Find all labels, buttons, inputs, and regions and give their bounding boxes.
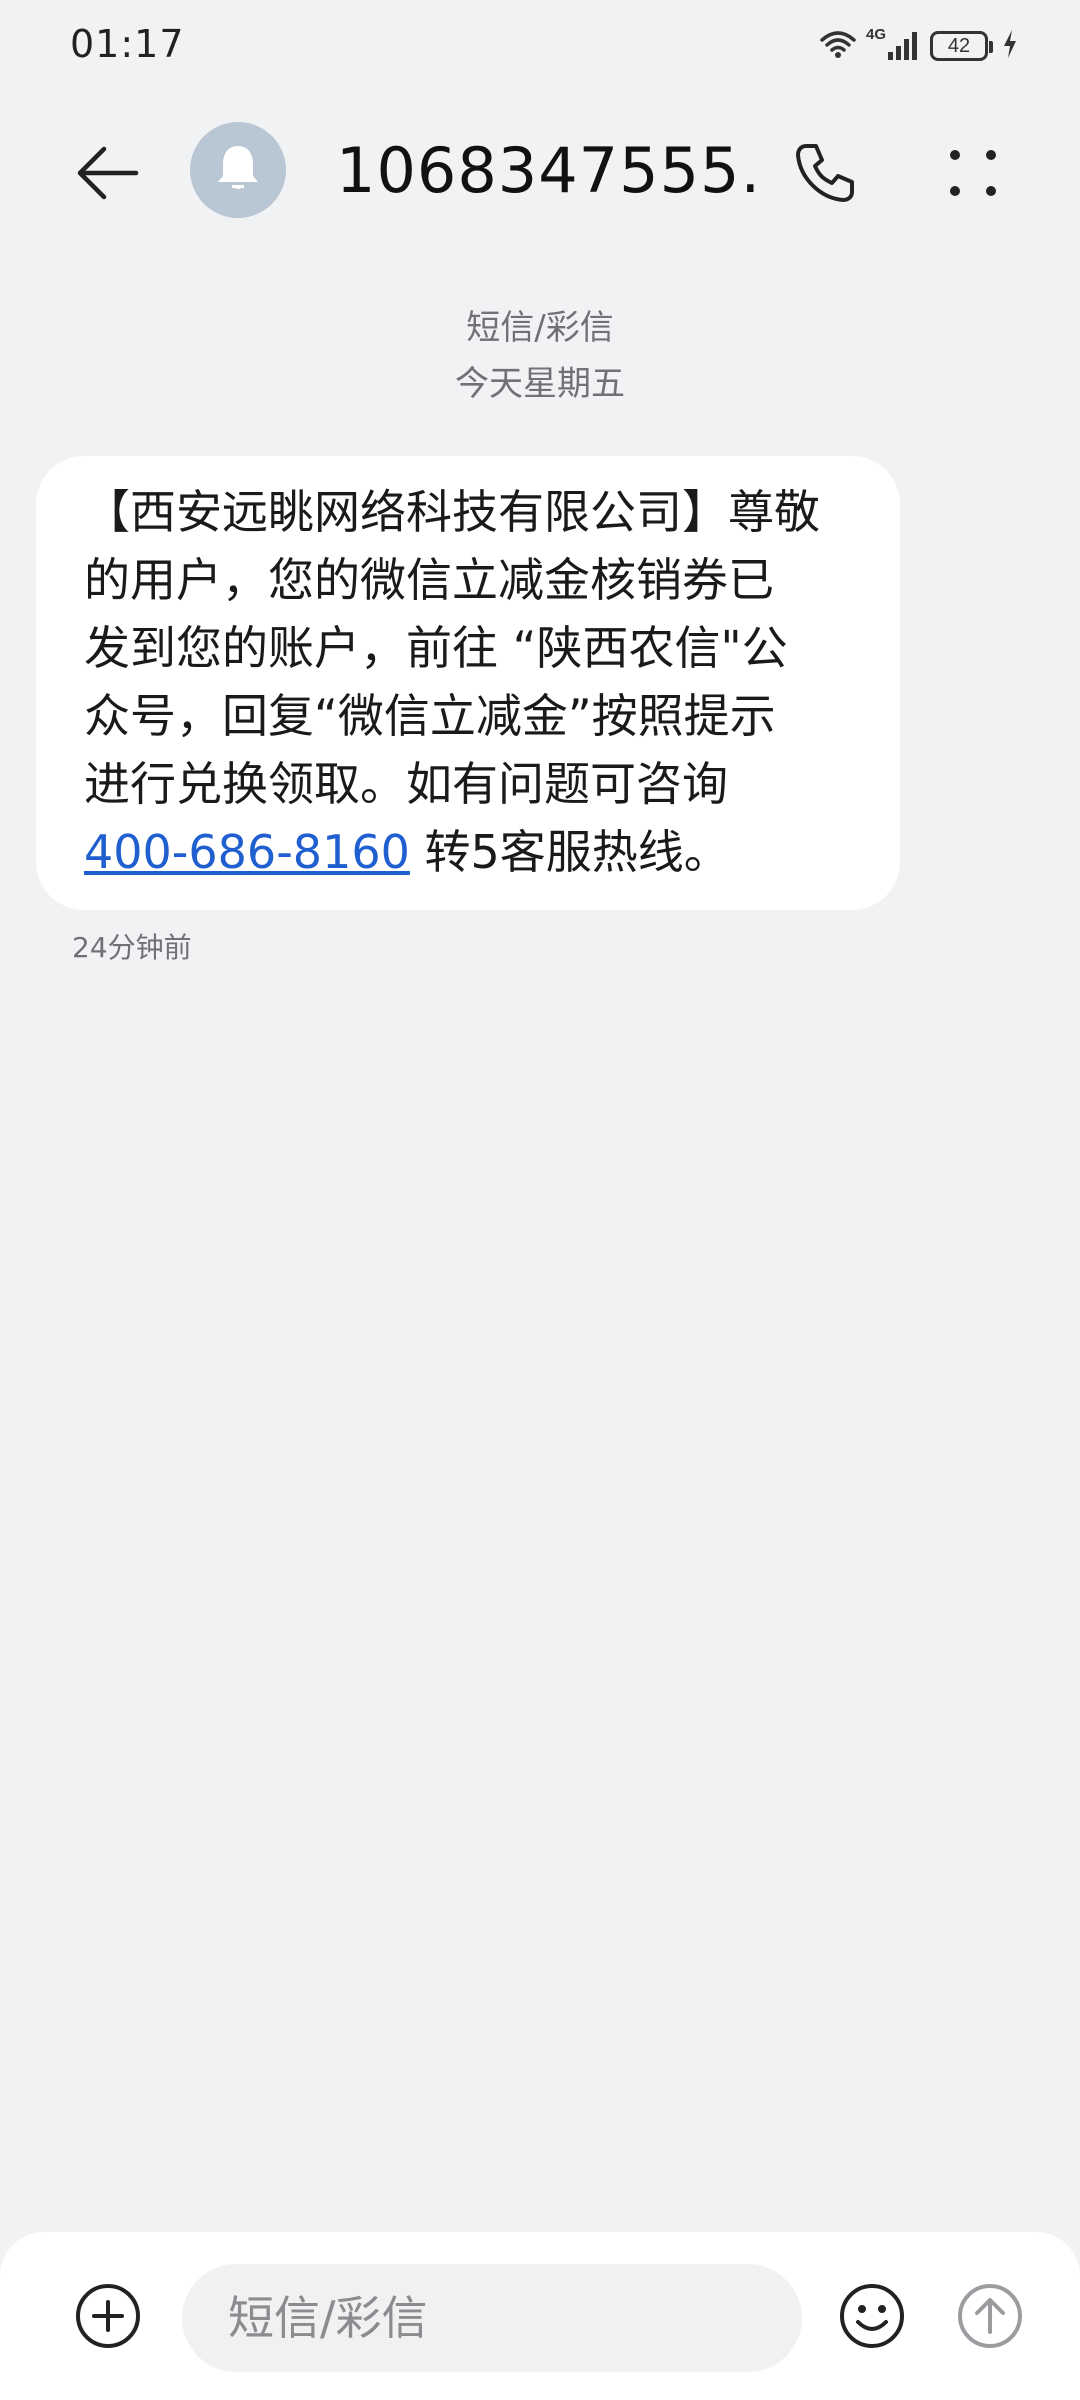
thread-meta: 短信/彩信 今天星期五 xyxy=(0,300,1080,412)
contact-avatar[interactable] xyxy=(190,122,286,218)
smiley-icon xyxy=(838,2282,906,2354)
message-line: 发到您的账户，前往 “陕西农信"公 xyxy=(84,621,788,675)
contact-name[interactable]: 1068347555... xyxy=(336,134,756,207)
more-dots-icon xyxy=(943,143,1003,207)
wifi-icon xyxy=(818,28,858,64)
message-bubble[interactable]: 【西安远眺网络科技有限公司】尊敬 的用户，您的微信立减金核销券已 发到您的账户，… xyxy=(36,456,900,910)
phone-number-link[interactable]: 400-686-8160 xyxy=(84,825,410,879)
send-arrow-icon xyxy=(956,2282,1024,2354)
cellular-signal-icon: 4G xyxy=(866,26,922,64)
bell-icon xyxy=(214,142,262,198)
charging-icon xyxy=(1002,28,1018,64)
message-type-label: 短信/彩信 xyxy=(466,308,614,348)
message-line: 众号，回复“微信立减金”按照提示 xyxy=(84,689,776,743)
message-input[interactable] xyxy=(182,2264,802,2372)
add-attachment-button[interactable] xyxy=(62,2272,154,2364)
message-line: 进行兑换领取。如有问题可咨询 xyxy=(84,757,728,811)
phone-icon xyxy=(792,140,858,210)
send-button[interactable] xyxy=(944,2272,1036,2364)
composer-bar xyxy=(0,2232,1080,2400)
plus-circle-icon xyxy=(74,2282,142,2354)
message-line-last: 400-686-8160 转5客服热线。 xyxy=(84,818,854,886)
sms-conversation-screen: 01:17 4G 42 1068347555... 短信/彩信 今天星期五 【西… xyxy=(0,0,1080,2400)
call-button[interactable] xyxy=(780,130,870,220)
message-line: 的用户，您的微信立减金核销券已 xyxy=(84,553,774,607)
emoji-button[interactable] xyxy=(826,2272,918,2364)
conversation-header: 1068347555... xyxy=(0,110,1080,230)
status-bar: 01:17 4G 42 xyxy=(0,0,1080,96)
more-options-button[interactable] xyxy=(928,130,1018,220)
message-timestamp: 24分钟前 xyxy=(72,931,192,964)
message-line: 【西安远眺网络科技有限公司】尊敬 xyxy=(84,485,820,539)
status-icons: 4G 42 xyxy=(818,24,1018,68)
date-label: 今天星期五 xyxy=(455,364,625,404)
status-time: 01:17 xyxy=(70,22,185,66)
back-button[interactable] xyxy=(62,130,152,220)
message-tail-text: 转5客服热线。 xyxy=(409,825,730,879)
battery-indicator: 42 xyxy=(930,31,993,61)
arrow-left-icon xyxy=(74,143,140,207)
